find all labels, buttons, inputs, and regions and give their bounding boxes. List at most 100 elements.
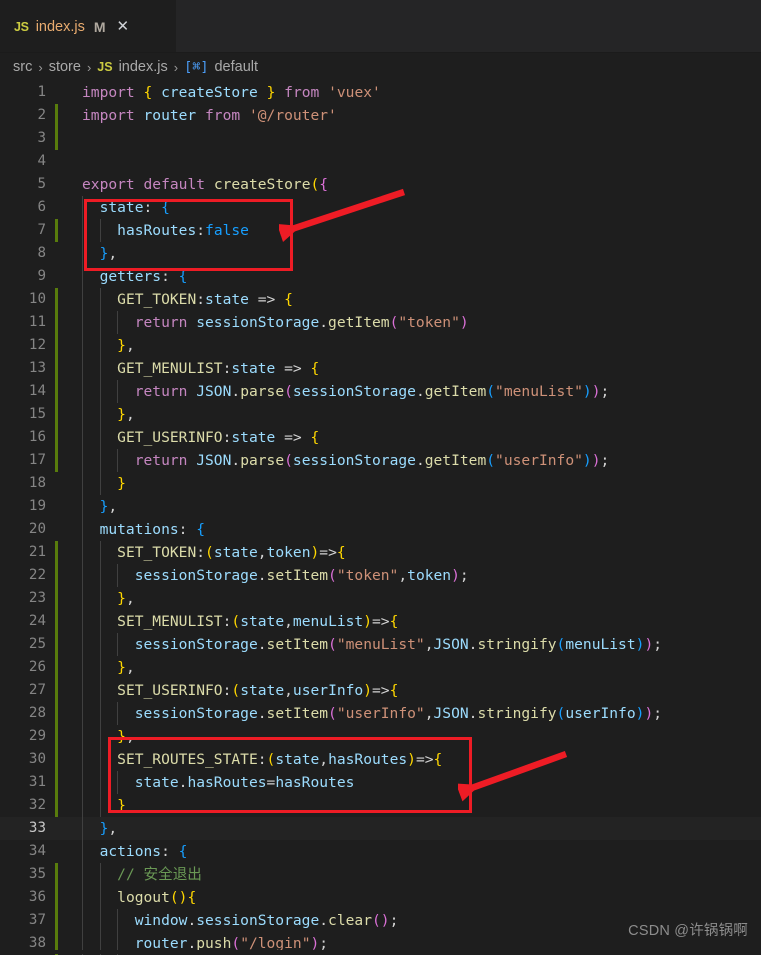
code-line[interactable]: 12 },	[0, 334, 761, 357]
code-line[interactable]: 26 },	[0, 656, 761, 679]
line-number: 1	[37, 84, 46, 100]
code-line[interactable]: 29 },	[0, 725, 761, 748]
code-line[interactable]: 23 },	[0, 587, 761, 610]
git-change-indicator	[55, 610, 58, 633]
line-number: 5	[37, 176, 46, 192]
git-change-indicator	[55, 725, 58, 748]
code-text: return sessionStorage.getItem("token")	[134, 314, 469, 331]
code-line[interactable]: 17 return JSON.parse(sessionStorage.getI…	[0, 449, 761, 472]
code-text: getters: {	[99, 268, 188, 285]
code-line[interactable]: 22 sessionStorage.setItem("token",token)…	[0, 564, 761, 587]
line-number: 15	[28, 406, 46, 422]
line-number: 4	[37, 153, 46, 169]
code-line[interactable]: 30 SET_ROUTES_STATE:(state,hasRoutes)=>{	[0, 748, 761, 771]
git-change-indicator	[55, 656, 58, 679]
code-text: sessionStorage.setItem("token",token);	[134, 567, 469, 584]
code-line[interactable]: 31 state.hasRoutes=hasRoutes	[0, 771, 761, 794]
line-number: 3	[37, 130, 46, 146]
code-text: },	[117, 406, 135, 423]
tab-bar-empty-area	[176, 0, 761, 52]
line-number: 27	[28, 682, 46, 698]
breadcrumb-item-store[interactable]: store	[49, 59, 81, 75]
code-text: state: {	[99, 199, 170, 216]
git-change-indicator	[55, 380, 58, 403]
module-symbol-icon: [⌘]	[184, 59, 209, 75]
code-text: GET_MENULIST:state => {	[117, 360, 320, 377]
code-line[interactable]: 13 GET_MENULIST:state => {	[0, 357, 761, 380]
line-number: 7	[37, 222, 46, 238]
code-line[interactable]: 6 state: {	[0, 196, 761, 219]
code-text: GET_USERINFO:state => {	[117, 429, 320, 446]
code-line[interactable]: 24 SET_MENULIST:(state,menuList)=>{	[0, 610, 761, 633]
line-number: 33	[28, 820, 46, 836]
code-line[interactable]: 27 SET_USERINFO:(state,userInfo)=>{	[0, 679, 761, 702]
git-change-indicator	[55, 334, 58, 357]
code-line[interactable]: 25 sessionStorage.setItem("menuList",JSO…	[0, 633, 761, 656]
breadcrumb-item-index-js[interactable]: index.js	[119, 59, 168, 75]
code-line[interactable]: 21 SET_TOKEN:(state,token)=>{	[0, 541, 761, 564]
code-line[interactable]: 20 mutations: {	[0, 518, 761, 541]
line-number: 26	[28, 659, 46, 675]
code-line[interactable]: 32 }	[0, 794, 761, 817]
git-change-indicator	[55, 104, 58, 127]
code-line[interactable]: 34 actions: {	[0, 840, 761, 863]
line-number: 37	[28, 912, 46, 928]
line-number: 20	[28, 521, 46, 537]
git-change-indicator	[55, 311, 58, 334]
tab-filename: index.js	[35, 18, 85, 35]
line-number: 29	[28, 728, 46, 744]
line-number: 6	[37, 199, 46, 215]
git-change-indicator	[55, 357, 58, 380]
line-number: 22	[28, 567, 46, 583]
code-text: hasRoutes:false	[117, 222, 249, 239]
line-number: 34	[28, 843, 46, 859]
code-line[interactable]: 7 hasRoutes:false	[0, 219, 761, 242]
code-text: },	[117, 590, 135, 607]
code-line[interactable]: 14 return JSON.parse(sessionStorage.getI…	[0, 380, 761, 403]
code-text: },	[99, 820, 118, 837]
code-line[interactable]: 8 },	[0, 242, 761, 265]
git-change-indicator	[55, 541, 58, 564]
chevron-right-icon: ›	[173, 59, 179, 75]
git-change-indicator	[55, 863, 58, 886]
code-line[interactable]: 5 export default createStore({	[0, 173, 761, 196]
line-number: 10	[28, 291, 46, 307]
code-line[interactable]: 35 // 安全退出	[0, 863, 761, 886]
code-text: SET_USERINFO:(state,userInfo)=>{	[117, 682, 399, 699]
code-line[interactable]: 1 import { createStore } from 'vuex'	[0, 81, 761, 104]
line-number: 31	[28, 774, 46, 790]
code-text: sessionStorage.setItem("menuList",JSON.s…	[134, 636, 663, 653]
javascript-file-icon: JS	[97, 60, 113, 74]
code-text: SET_MENULIST:(state,menuList)=>{	[117, 613, 399, 630]
code-line[interactable]: 18 }	[0, 472, 761, 495]
editor-tab-index-js[interactable]: JS index.js M ✕	[0, 0, 176, 52]
code-line[interactable]: 3	[0, 127, 761, 150]
breadcrumb-item-default[interactable]: default	[214, 59, 258, 75]
code-line[interactable]: 4	[0, 150, 761, 173]
code-text: },	[117, 659, 135, 676]
code-line[interactable]: 11 return sessionStorage.getItem("token"…	[0, 311, 761, 334]
code-line[interactable]: 16 GET_USERINFO:state => {	[0, 426, 761, 449]
horizontal-scrollbar[interactable]	[0, 950, 761, 954]
close-icon[interactable]: ✕	[113, 19, 130, 34]
code-line[interactable]: 36 logout(){	[0, 886, 761, 909]
code-text: logout(){	[117, 889, 197, 906]
code-editor[interactable]: 1 import { createStore } from 'vuex' 2 impo…	[0, 81, 761, 955]
code-line[interactable]: 9 getters: {	[0, 265, 761, 288]
line-number: 12	[28, 337, 46, 353]
code-line[interactable]: 19 },	[0, 495, 761, 518]
git-change-indicator	[55, 403, 58, 426]
code-text: export default createStore({	[82, 176, 329, 193]
git-change-indicator	[55, 679, 58, 702]
code-line[interactable]: 10 GET_TOKEN:state => {	[0, 288, 761, 311]
code-line[interactable]: 33 },	[0, 817, 761, 840]
breadcrumb: src › store › JS index.js › [⌘] default	[0, 53, 761, 81]
code-line[interactable]: 15 },	[0, 403, 761, 426]
code-line[interactable]: 2 import router from '@/router'	[0, 104, 761, 127]
line-number: 21	[28, 544, 46, 560]
line-number: 30	[28, 751, 46, 767]
code-text: },	[117, 728, 135, 745]
breadcrumb-item-src[interactable]: src	[13, 59, 32, 75]
code-line[interactable]: 28 sessionStorage.setItem("userInfo",JSO…	[0, 702, 761, 725]
line-number: 9	[37, 268, 46, 284]
